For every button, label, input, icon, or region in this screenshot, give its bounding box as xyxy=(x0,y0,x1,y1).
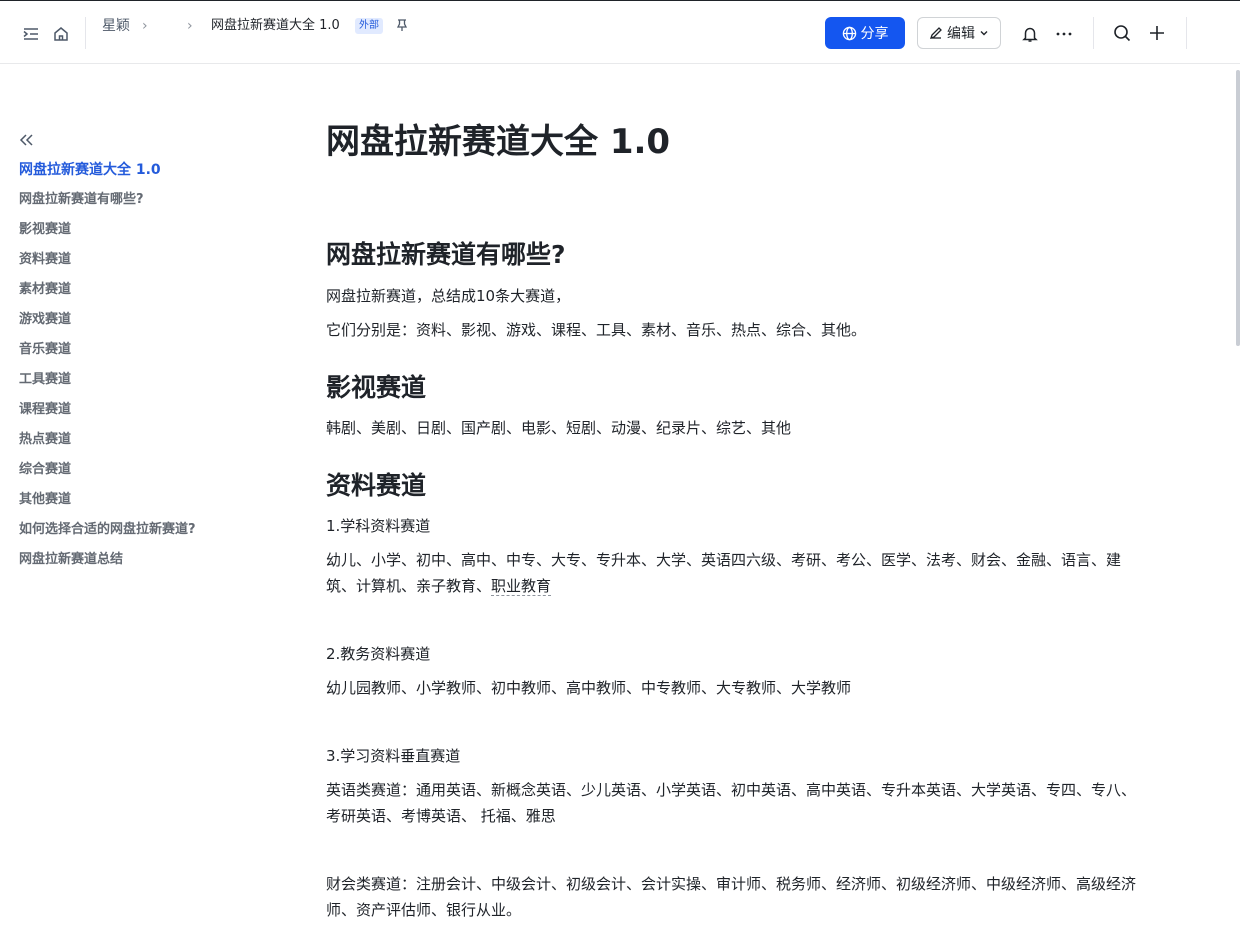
subheading: 1.学科资料赛道 xyxy=(326,517,431,535)
section-heading: 网盘拉新赛道有哪些? xyxy=(326,240,566,269)
paragraph: 英语类赛道：通用英语、新概念英语、少儿英语、小学英语、初中英语、高中英语、专升本… xyxy=(326,781,1137,825)
header-divider xyxy=(1093,17,1094,49)
breadcrumb-root[interactable]: 星颖 xyxy=(102,16,130,36)
home-icon[interactable] xyxy=(52,25,70,43)
paragraph: 网盘拉新赛道，总结成10条大赛道， xyxy=(326,287,571,305)
breadcrumb-current[interactable]: 网盘拉新赛道大全 1.0 xyxy=(211,16,340,36)
paragraph-text: 幼儿、小学、初中、高中、中专、大专、专升本、大学、英语四六级、考研、考公、医学、… xyxy=(326,551,1122,595)
toc-item[interactable]: 资料赛道 xyxy=(19,250,279,280)
subheading: 3.学习资料垂直赛道 xyxy=(326,747,461,765)
search-icon[interactable] xyxy=(1112,23,1132,43)
toc-item[interactable]: 工具赛道 xyxy=(19,370,279,400)
globe-icon xyxy=(842,26,856,40)
toc-item[interactable]: 如何选择合适的网盘拉新赛道? xyxy=(19,520,279,550)
page-title: 网盘拉新赛道大全 1.0 xyxy=(326,122,671,162)
more-icon[interactable] xyxy=(1054,24,1074,44)
toc-item[interactable]: 综合赛道 xyxy=(19,460,279,490)
edit-button[interactable]: 编辑 xyxy=(917,17,1001,49)
toc-item[interactable]: 音乐赛道 xyxy=(19,340,279,370)
external-badge: 外部 xyxy=(355,18,383,34)
toc-item[interactable]: 影视赛道 xyxy=(19,220,279,250)
pin-icon[interactable] xyxy=(394,17,410,33)
bell-icon[interactable] xyxy=(1020,24,1040,44)
toc-item[interactable]: 网盘拉新赛道大全 1.0 xyxy=(19,160,279,190)
share-label: 分享 xyxy=(860,26,889,42)
chevron-right-icon: › xyxy=(142,18,148,34)
toc-item[interactable]: 素材赛道 xyxy=(19,280,279,310)
sidebar-toggle-icon[interactable] xyxy=(22,25,40,43)
chevron-down-icon xyxy=(980,31,988,36)
share-button[interactable]: 分享 xyxy=(825,17,905,49)
paragraph: 幼儿、小学、初中、高中、中专、大专、专升本、大学、英语四六级、考研、考公、医学、… xyxy=(326,547,1146,599)
paragraph: 幼儿园教师、小学教师、初中教师、高中教师、中专教师、大专教师、大学教师 xyxy=(326,679,852,697)
toc-item[interactable]: 网盘拉新赛道总结 xyxy=(19,550,279,580)
toc-item[interactable]: 网盘拉新赛道有哪些? xyxy=(19,190,279,220)
paragraph: 韩剧、美剧、日剧、国产剧、电影、短剧、动漫、纪录片、综艺、其他 xyxy=(326,419,792,437)
section-heading: 资料赛道 xyxy=(326,471,427,500)
double-chevron-left-icon[interactable] xyxy=(18,132,34,148)
header-divider xyxy=(1186,17,1187,49)
chevron-right-icon: › xyxy=(187,18,193,34)
scrollbar[interactable] xyxy=(1236,70,1240,346)
comment-underline-text[interactable]: 职业教育 xyxy=(491,577,552,596)
pencil-icon xyxy=(929,27,942,40)
paragraph: 它们分别是：资料、影视、游戏、课程、工具、素材、音乐、热点、综合、其他。 xyxy=(326,321,867,339)
table-of-contents: 网盘拉新赛道大全 1.0 网盘拉新赛道有哪些? 影视赛道 资料赛道 素材赛道 游戏赛道 音乐… xyxy=(19,160,279,580)
edit-label: 编辑 xyxy=(947,26,975,42)
toc-item[interactable]: 热点赛道 xyxy=(19,430,279,460)
paragraph: 财会类赛道：注册会计、中级会计、初级会计、会计实操、审计师、税务师、经济师、初级… xyxy=(326,875,1137,919)
section-heading: 影视赛道 xyxy=(326,373,427,402)
top-toolbar: 星颖 › › 网盘拉新赛道大全 1.0 外部 分享 编辑 xyxy=(0,1,1240,64)
toc-item[interactable]: 其他赛道 xyxy=(19,490,279,520)
header-divider xyxy=(85,17,86,49)
toc-item[interactable]: 游戏赛道 xyxy=(19,310,279,340)
toc-item[interactable]: 课程赛道 xyxy=(19,400,279,430)
add-icon[interactable] xyxy=(1147,23,1167,43)
subheading: 2.教务资料赛道 xyxy=(326,645,431,663)
